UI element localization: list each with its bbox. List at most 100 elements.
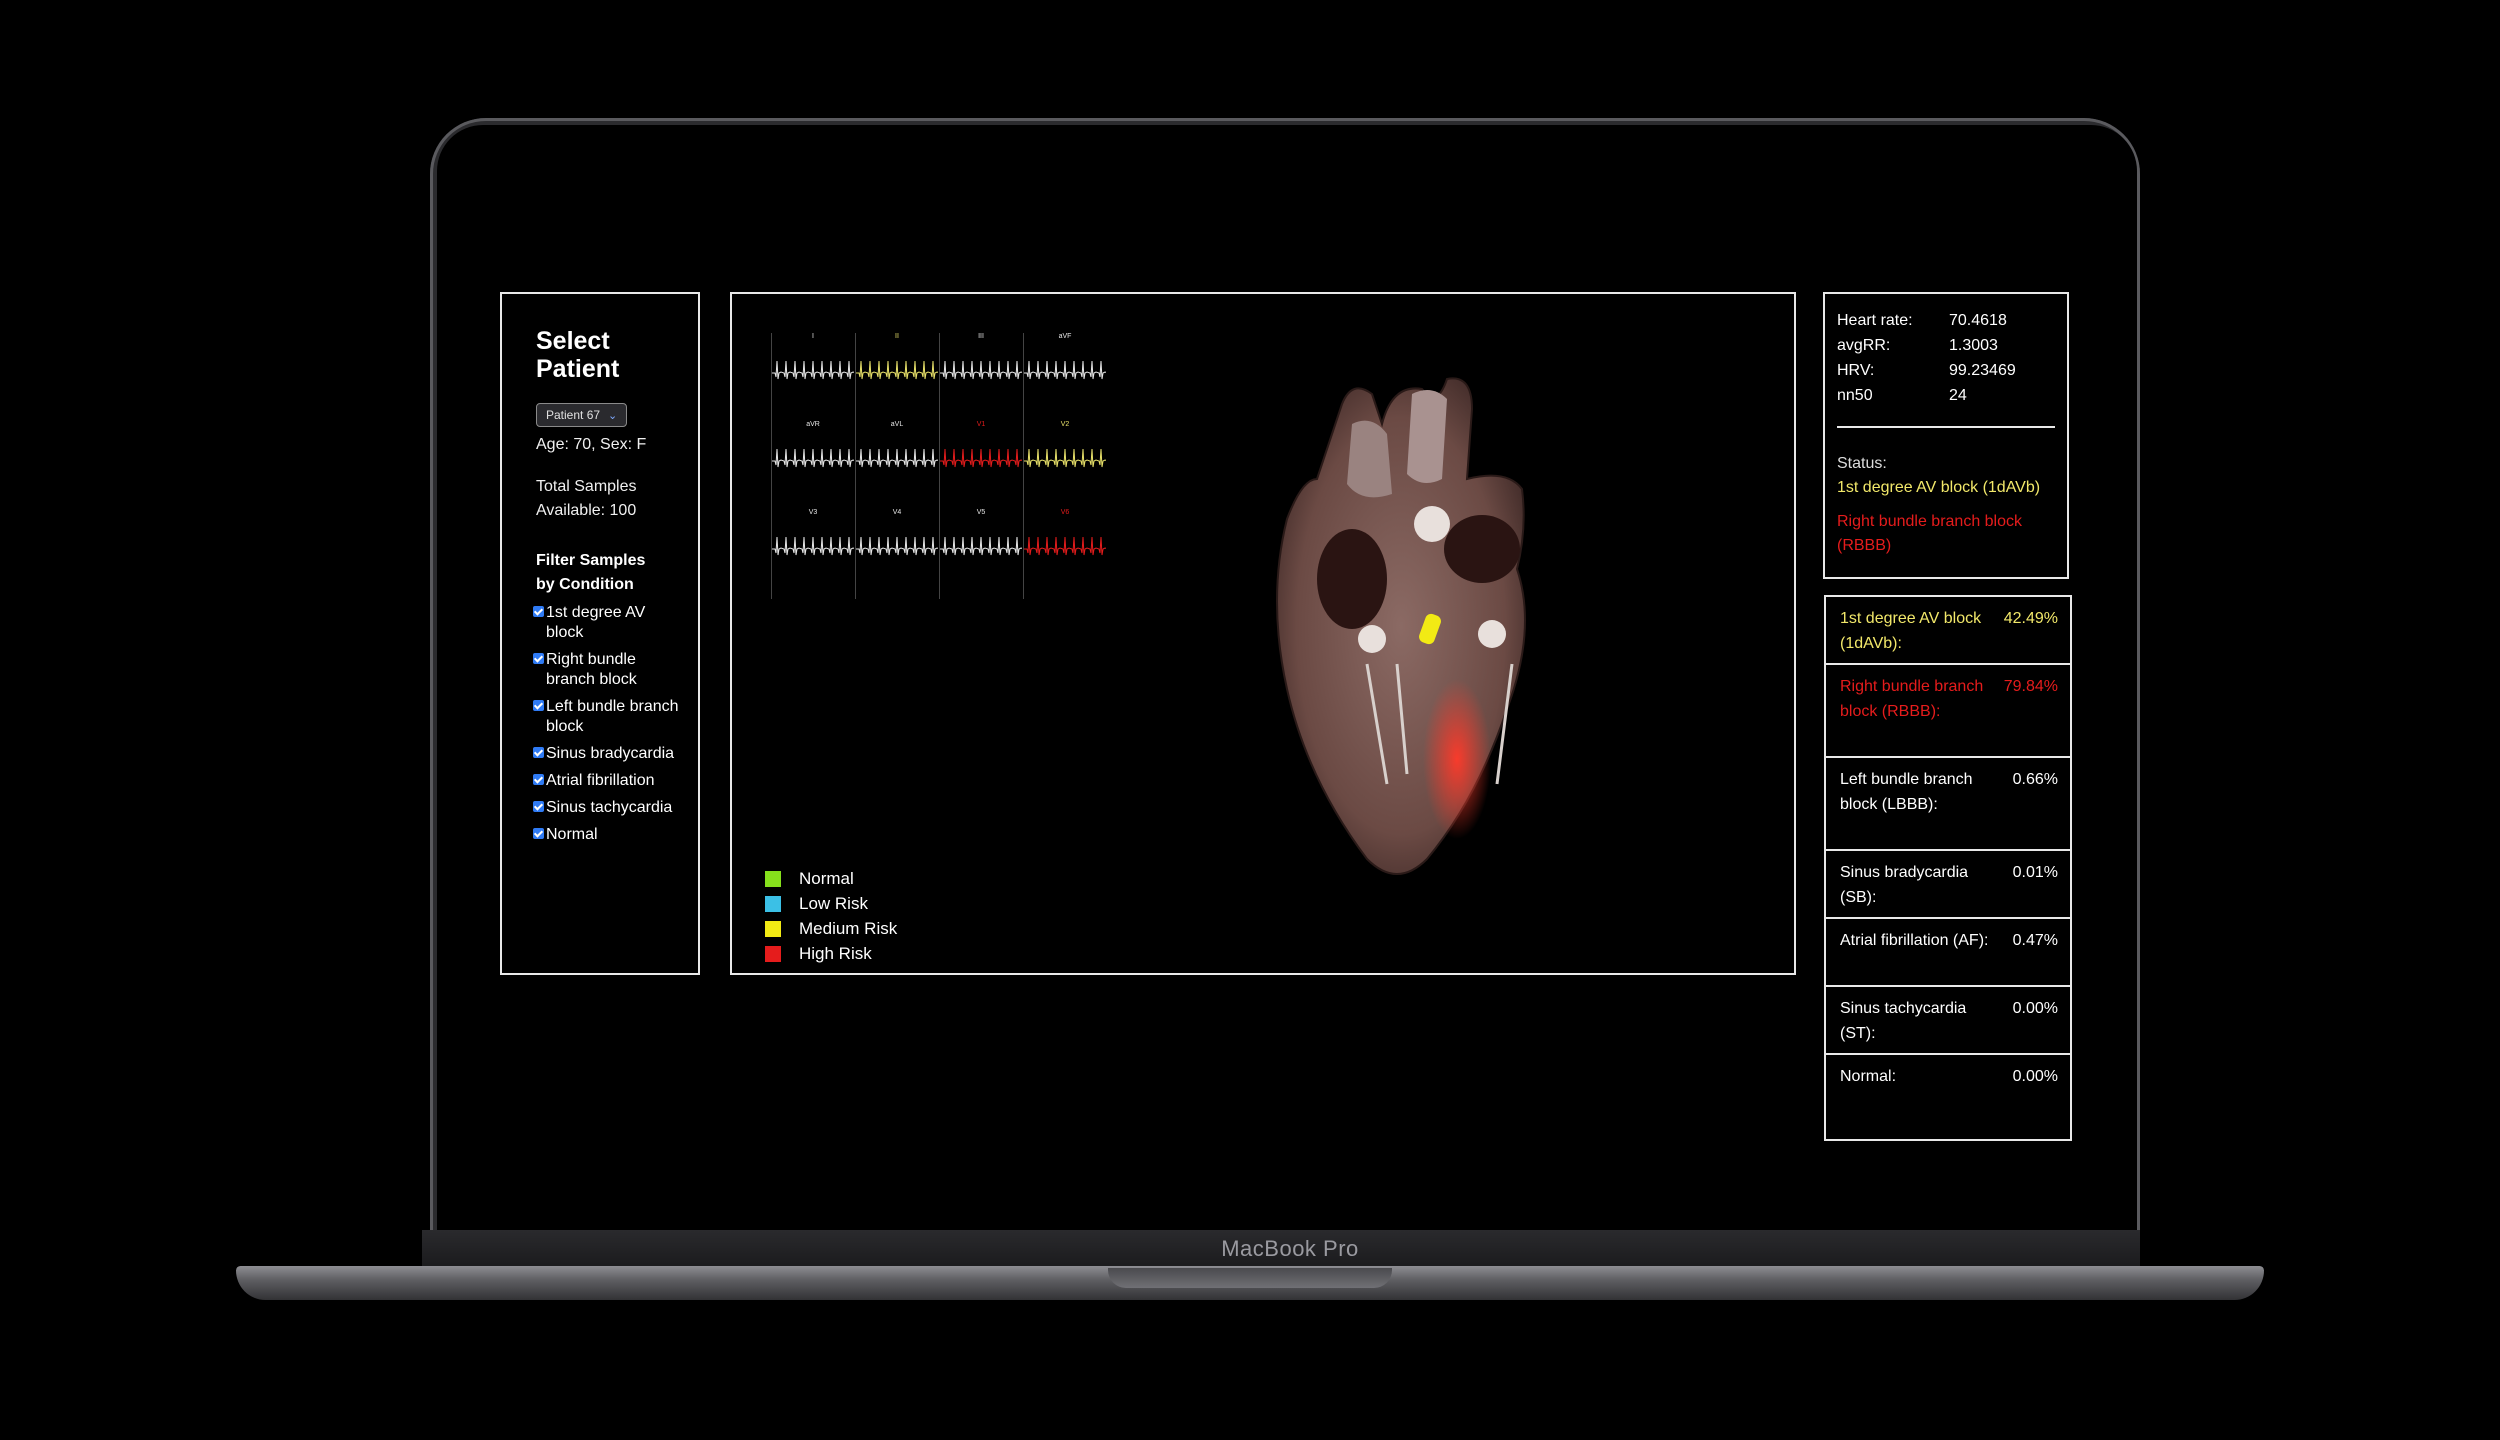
stat-value: 70.4618 bbox=[1949, 312, 2007, 329]
stat-row-avgrr: avgRR: 1.3003 bbox=[1837, 333, 2055, 358]
condition-filter-af[interactable]: Atrial fibrillation bbox=[533, 771, 683, 791]
condition-filter-lbbb[interactable]: Left bundle branch block bbox=[533, 697, 683, 737]
ecg-lead-i: I bbox=[771, 333, 854, 423]
probability-label: Sinus tachycardia (ST): bbox=[1840, 1000, 1967, 1042]
condition-filter-rbbb[interactable]: Right bundle branch block bbox=[533, 650, 683, 690]
probability-value: 0.01% bbox=[2012, 864, 2058, 881]
ecg-waveform bbox=[856, 448, 938, 468]
condition-filter-sb[interactable]: Sinus bradycardia bbox=[533, 744, 683, 764]
screen: Select Patient Patient 67 ⌄ Age: 70, Sex… bbox=[437, 125, 2137, 1230]
stat-label: nn50 bbox=[1837, 387, 1873, 404]
probability-value: 79.84% bbox=[2003, 678, 2058, 695]
legend-swatch bbox=[765, 945, 781, 962]
legend-swatch bbox=[765, 895, 781, 912]
total-samples-text: Total Samples Available: 100 bbox=[536, 478, 637, 519]
checkbox[interactable] bbox=[533, 653, 544, 664]
ecg-trace bbox=[772, 448, 854, 468]
legend-swatch bbox=[765, 920, 781, 937]
probability-value: 0.00% bbox=[2012, 1000, 2058, 1017]
condition-label: 1st degree AV block bbox=[546, 604, 646, 641]
ecg-lead-ii: II bbox=[855, 333, 938, 423]
ecg-lead-v3: V3 bbox=[771, 509, 854, 599]
ecg-waveform bbox=[772, 448, 854, 468]
condition-label: Left bundle branch block bbox=[546, 698, 679, 735]
ecg-lead-label: V5 bbox=[976, 509, 986, 516]
ecg-waveform bbox=[772, 360, 854, 380]
probability-row: Sinus tachycardia (ST): 0.00% bbox=[1826, 987, 2070, 1055]
patient-panel: Select Patient Patient 67 ⌄ Age: 70, Sex… bbox=[500, 292, 700, 975]
ecg-waveform bbox=[1024, 448, 1106, 468]
probability-label: Sinus bradycardia (SB): bbox=[1840, 864, 1969, 906]
probability-value: 42.49% bbox=[2003, 610, 2058, 627]
condition-label: Sinus bradycardia bbox=[546, 745, 675, 762]
probability-label: Atrial fibrillation (AF): bbox=[1840, 932, 1989, 949]
checkbox[interactable] bbox=[533, 700, 544, 711]
checkbox[interactable] bbox=[533, 747, 544, 758]
ecg-trace bbox=[940, 536, 1022, 556]
condition-label: Normal bbox=[546, 826, 598, 843]
filter-heading: Filter Samples by Condition bbox=[536, 552, 646, 593]
ecg-trace bbox=[940, 360, 1022, 380]
ecg-trace bbox=[856, 448, 938, 468]
legend-label: Low Risk bbox=[799, 894, 868, 913]
ecg-lead-label: I bbox=[812, 333, 814, 340]
condition-label: Right bundle branch block bbox=[546, 651, 637, 688]
stat-label: avgRR: bbox=[1837, 337, 1891, 354]
condition-filter-list: 1st degree AV block Right bundle branch … bbox=[533, 603, 698, 845]
ecg-trace bbox=[940, 448, 1022, 468]
status-label: Status: bbox=[1837, 455, 1887, 472]
ecg-lead-v2: V2 bbox=[1023, 421, 1106, 511]
legend-item: Medium Risk bbox=[765, 916, 897, 941]
ecg-trace bbox=[1024, 448, 1106, 468]
ecg-trace bbox=[772, 536, 854, 556]
ecg-lead-avl: aVL bbox=[855, 421, 938, 511]
legend-item: High Risk bbox=[765, 941, 897, 966]
probability-row: Normal: 0.00% bbox=[1826, 1055, 2070, 1139]
probability-label: Left bundle branch block (LBBB): bbox=[1840, 771, 1973, 813]
legend-swatch bbox=[765, 870, 781, 887]
patient-select[interactable]: Patient 67 ⌄ bbox=[536, 403, 628, 427]
checkbox[interactable] bbox=[533, 801, 544, 812]
condition-filter-1dav[interactable]: 1st degree AV block bbox=[533, 603, 683, 643]
condition-filter-normal[interactable]: Normal bbox=[533, 825, 683, 845]
probability-row: Right bundle branch block (RBBB): 79.84% bbox=[1826, 665, 2070, 758]
probability-table: 1st degree AV block (1dAVb): 42.49% Righ… bbox=[1824, 595, 2072, 1141]
age-sex-text: Age: 70, Sex: F bbox=[536, 436, 647, 453]
checkbox[interactable] bbox=[533, 606, 544, 617]
ecg-waveform bbox=[940, 448, 1022, 468]
ecg-lead-label: V2 bbox=[1060, 421, 1070, 428]
ecg-waveform bbox=[856, 360, 938, 380]
legend-item: Normal bbox=[765, 866, 897, 891]
ecg-lead-label: II bbox=[895, 333, 899, 340]
probability-value: 0.00% bbox=[2012, 1068, 2058, 1085]
probability-row: Sinus bradycardia (SB): 0.01% bbox=[1826, 851, 2070, 919]
condition-filter-st[interactable]: Sinus tachycardia bbox=[533, 798, 683, 818]
stat-value: 1.3003 bbox=[1949, 337, 1998, 354]
ecg-lead-v6: V6 bbox=[1023, 509, 1106, 599]
ecg-lead-avr: aVR bbox=[771, 421, 854, 511]
ecg-waveform bbox=[856, 536, 938, 556]
probability-row: Left bundle branch block (LBBB): 0.66% bbox=[1826, 758, 2070, 851]
ecg-lead-label: III bbox=[978, 333, 984, 340]
ecg-lead-label: aVL bbox=[890, 421, 904, 428]
ecg-trace bbox=[856, 360, 938, 380]
checkbox[interactable] bbox=[533, 828, 544, 839]
ecg-trace bbox=[1024, 360, 1106, 380]
legend-item: Low Risk bbox=[765, 891, 897, 916]
ecg-lead-label: aVF bbox=[1058, 333, 1072, 340]
legend-label: High Risk bbox=[799, 944, 872, 963]
vitals-panel: Heart rate: 70.4618 avgRR: 1.3003 HRV: 9… bbox=[1823, 292, 2069, 579]
legend-label: Normal bbox=[799, 869, 854, 888]
probability-row: Atrial fibrillation (AF): 0.47% bbox=[1826, 919, 2070, 987]
ecg-lead-label: V1 bbox=[976, 421, 986, 428]
divider bbox=[1837, 426, 2055, 428]
ecg-trace bbox=[856, 536, 938, 556]
ecg-waveform bbox=[940, 536, 1022, 556]
ecg-lead-label: aVR bbox=[806, 421, 820, 428]
heart-model-image bbox=[1276, 377, 1526, 875]
ecg-lead-v1: V1 bbox=[939, 421, 1022, 511]
chevron-down-icon: ⌄ bbox=[608, 409, 618, 422]
checkbox[interactable] bbox=[533, 774, 544, 785]
probability-row: 1st degree AV block (1dAVb): 42.49% bbox=[1826, 597, 2070, 665]
ecg-waveform bbox=[1024, 360, 1106, 380]
